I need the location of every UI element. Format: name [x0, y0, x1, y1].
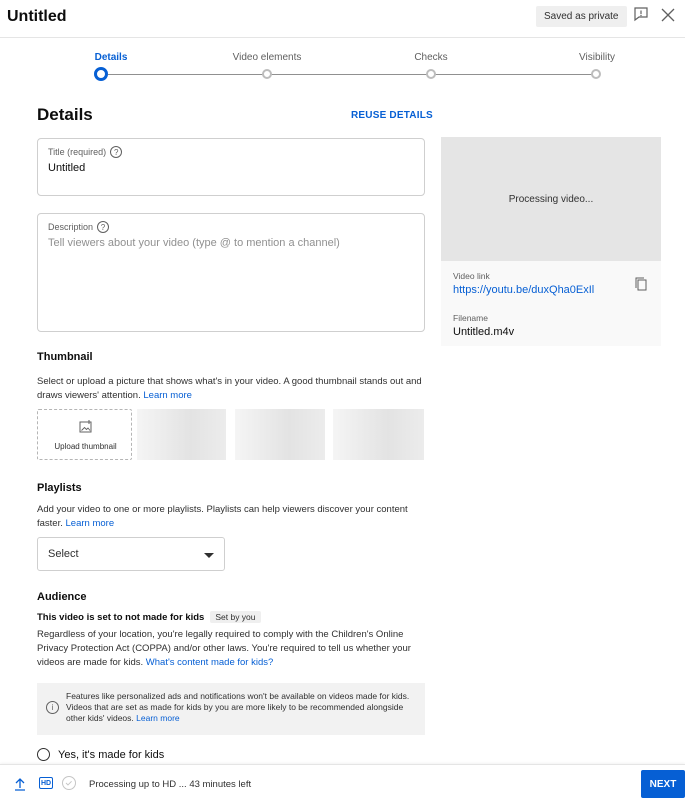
info-icon: i	[46, 701, 59, 714]
description-field[interactable]: Description ? Tell viewers about your vi…	[37, 213, 425, 332]
upload-icon[interactable]	[14, 778, 26, 791]
audience-heading: Audience	[37, 591, 87, 603]
playlists-heading: Playlists	[37, 482, 82, 494]
upload-thumbnail-button[interactable]: Upload thumbnail	[37, 409, 132, 460]
processing-status: Processing up to HD ... 43 minutes left	[89, 779, 252, 790]
thumbnail-option[interactable]	[333, 409, 424, 460]
thumbnail-description: Select or upload a picture that shows wh…	[37, 376, 422, 401]
thumbnail-learn-more-link[interactable]: Learn more	[143, 390, 192, 401]
page-title: Untitled	[7, 8, 67, 25]
title-field-label: Title (required)	[48, 147, 107, 157]
copy-icon[interactable]	[635, 277, 647, 291]
next-button[interactable]: NEXT	[641, 770, 685, 798]
step-video-elements-label[interactable]: Video elements	[207, 52, 327, 63]
audience-info-box: i Features like personalized ads and not…	[37, 683, 425, 735]
step-visibility-dot[interactable]	[591, 69, 601, 79]
description-field-label-row: Description ?	[48, 221, 110, 233]
playlist-select[interactable]: Select	[37, 537, 225, 571]
step-visibility-label[interactable]: Visibility	[537, 52, 657, 63]
caret-down-icon	[204, 553, 214, 558]
video-link-label: Video link	[453, 271, 490, 281]
step-checks-label[interactable]: Checks	[371, 52, 491, 63]
processing-text: Processing video...	[508, 194, 594, 205]
made-for-kids-link[interactable]: What's content made for kids?	[146, 657, 274, 668]
audience-text: Regardless of your location, you're lega…	[37, 628, 427, 670]
close-icon[interactable]	[661, 8, 675, 22]
filename: Untitled.m4v	[453, 326, 515, 338]
bottom-bar: HD Processing up to HD ... 43 minutes le…	[0, 764, 685, 802]
audience-status-text: This video is set to not made for kids	[37, 612, 205, 623]
made-for-kids-yes-label: Yes, it's made for kids	[58, 748, 165, 761]
title-field[interactable]: Title (required) ? Untitled	[37, 138, 425, 196]
audience-info-text: Features like personalized ads and notif…	[66, 691, 416, 724]
made-for-kids-yes-option[interactable]: Yes, it's made for kids	[37, 748, 164, 761]
reuse-details-button[interactable]: REUSE DETAILS	[351, 110, 433, 121]
help-icon[interactable]: ?	[110, 146, 123, 158]
check-circle-icon	[62, 776, 76, 790]
thumbnail-option[interactable]	[137, 409, 226, 460]
thumbnail-text: Select or upload a picture that shows wh…	[37, 375, 427, 403]
title-field-value: Untitled	[48, 162, 86, 174]
playlists-learn-more-link[interactable]: Learn more	[66, 518, 115, 529]
thumbnail-heading: Thumbnail	[37, 351, 93, 363]
feedback-icon[interactable]	[633, 6, 649, 22]
description-placeholder: Tell viewers about your video (type @ to…	[48, 237, 340, 249]
step-video-elements-dot[interactable]	[262, 69, 272, 79]
image-upload-icon	[79, 420, 92, 433]
thumbnail-option[interactable]	[235, 409, 325, 460]
playlists-text: Add your video to one or more playlists.…	[37, 503, 427, 531]
step-details-label[interactable]: Details	[51, 52, 171, 63]
step-details-dot[interactable]	[94, 67, 108, 81]
stepper-line	[108, 74, 597, 75]
upload-thumbnail-label: Upload thumbnail	[54, 442, 117, 451]
audience-status: This video is set to not made for kids Se…	[37, 611, 261, 623]
hd-icon: HD	[39, 777, 53, 789]
video-preview: Processing video...	[441, 137, 661, 261]
audience-info-description: Features like personalized ads and notif…	[66, 691, 410, 723]
radio-button[interactable]	[37, 748, 50, 761]
filename-label: Filename	[453, 313, 488, 323]
set-by-badge: Set by you	[210, 611, 261, 623]
audience-info-learn-more-link[interactable]: Learn more	[136, 713, 179, 723]
details-heading: Details	[37, 105, 93, 124]
saved-status-badge: Saved as private	[536, 6, 627, 27]
playlist-select-value: Select	[48, 548, 79, 560]
top-bar: Untitled Saved as private	[0, 0, 685, 38]
step-checks-dot[interactable]	[426, 69, 436, 79]
video-info-panel: Processing video... Video link https://y…	[441, 137, 661, 346]
video-link[interactable]: https://youtu.be/duxQha0ExIl	[453, 284, 594, 296]
description-field-label: Description	[48, 222, 94, 232]
help-icon[interactable]: ?	[97, 221, 110, 233]
title-field-label-row: Title (required) ?	[48, 146, 123, 158]
